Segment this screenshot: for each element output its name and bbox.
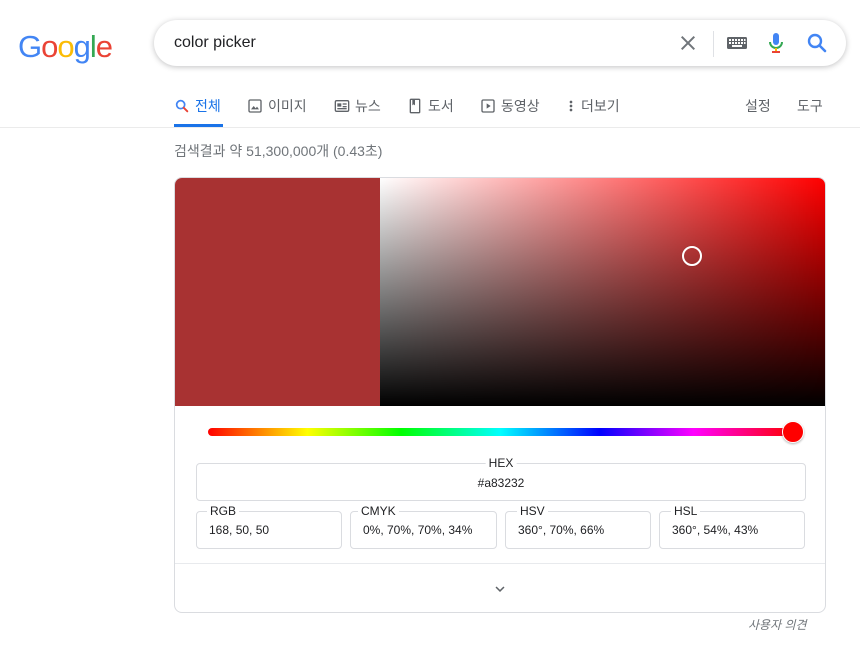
hue-slider[interactable]	[208, 428, 793, 436]
hsv-input[interactable]	[518, 523, 638, 537]
expand-button[interactable]	[175, 563, 825, 612]
cmyk-input[interactable]	[363, 523, 483, 537]
tools-label: 도구	[797, 98, 823, 114]
logo-letter: g	[73, 29, 91, 64]
tab-label: 동영상	[501, 98, 540, 114]
settings-label: 설정	[745, 98, 771, 114]
rgb-label: RGB	[207, 504, 240, 518]
clear-icon[interactable]	[676, 31, 700, 55]
logo-letter: e	[95, 29, 113, 64]
logo-letter: o	[41, 29, 58, 64]
feedback-link[interactable]: 사용자 의견	[748, 616, 807, 633]
tab-label: 더보기	[581, 98, 620, 114]
google-logo[interactable]: Google	[18, 29, 113, 65]
search-icon[interactable]	[805, 31, 829, 55]
cmyk-label: CMYK	[358, 504, 399, 518]
hex-field: HEX	[196, 456, 806, 501]
tab-more[interactable]: 더보기	[566, 96, 620, 116]
hex-input[interactable]	[197, 476, 805, 490]
search-box	[154, 20, 846, 66]
book-icon	[409, 98, 421, 114]
tab-label: 도서	[428, 98, 454, 114]
tab-images[interactable]: 이미지	[247, 96, 307, 116]
hsl-label: HSL	[671, 504, 701, 518]
sv-black-gradient	[380, 178, 825, 406]
cmyk-field: CMYK	[350, 504, 497, 549]
result-stats: 검색결과 약 51,300,000개 (0.43초)	[174, 143, 383, 159]
hsv-field: HSV	[505, 504, 651, 549]
tab-books[interactable]: 도서	[407, 96, 454, 116]
tab-label: 이미지	[268, 98, 307, 114]
search-divider	[713, 31, 714, 57]
tab-videos[interactable]: 동영상	[480, 96, 540, 116]
tab-all[interactable]: 전체	[174, 96, 221, 116]
news-icon	[334, 100, 350, 112]
hsv-label: HSV	[517, 504, 548, 518]
settings-link[interactable]: 설정	[745, 96, 771, 116]
tab-label: 뉴스	[355, 98, 381, 114]
search-icon	[175, 99, 189, 113]
logo-letter: G	[18, 29, 42, 64]
search-input[interactable]	[174, 32, 654, 54]
keyboard-icon[interactable]	[725, 31, 749, 55]
tab-news[interactable]: 뉴스	[334, 96, 381, 116]
logo-letter: o	[57, 29, 74, 64]
search-tabs: 전체 이미지 뉴스 도서 동영상 더보기 설정 도구	[0, 84, 860, 128]
hue-slider-handle[interactable]	[782, 421, 804, 443]
microphone-icon[interactable]	[764, 31, 788, 55]
color-swatch	[175, 178, 380, 406]
rgb-field: RGB	[196, 504, 342, 549]
chevron-down-icon	[495, 586, 505, 592]
more-vert-icon	[569, 100, 573, 112]
video-icon	[481, 99, 495, 113]
saturation-value-area[interactable]	[380, 178, 825, 406]
tab-label: 전체	[195, 98, 221, 114]
hsl-field: HSL	[659, 504, 805, 549]
active-tab-indicator	[174, 124, 223, 127]
hex-label: HEX	[485, 456, 517, 470]
sv-handle[interactable]	[681, 245, 702, 266]
hsl-input[interactable]	[672, 523, 792, 537]
color-picker: HEX RGB CMYK HSV HSL	[174, 177, 826, 613]
rgb-input[interactable]	[209, 523, 329, 537]
image-icon	[248, 99, 262, 113]
tools-link[interactable]: 도구	[797, 96, 823, 116]
